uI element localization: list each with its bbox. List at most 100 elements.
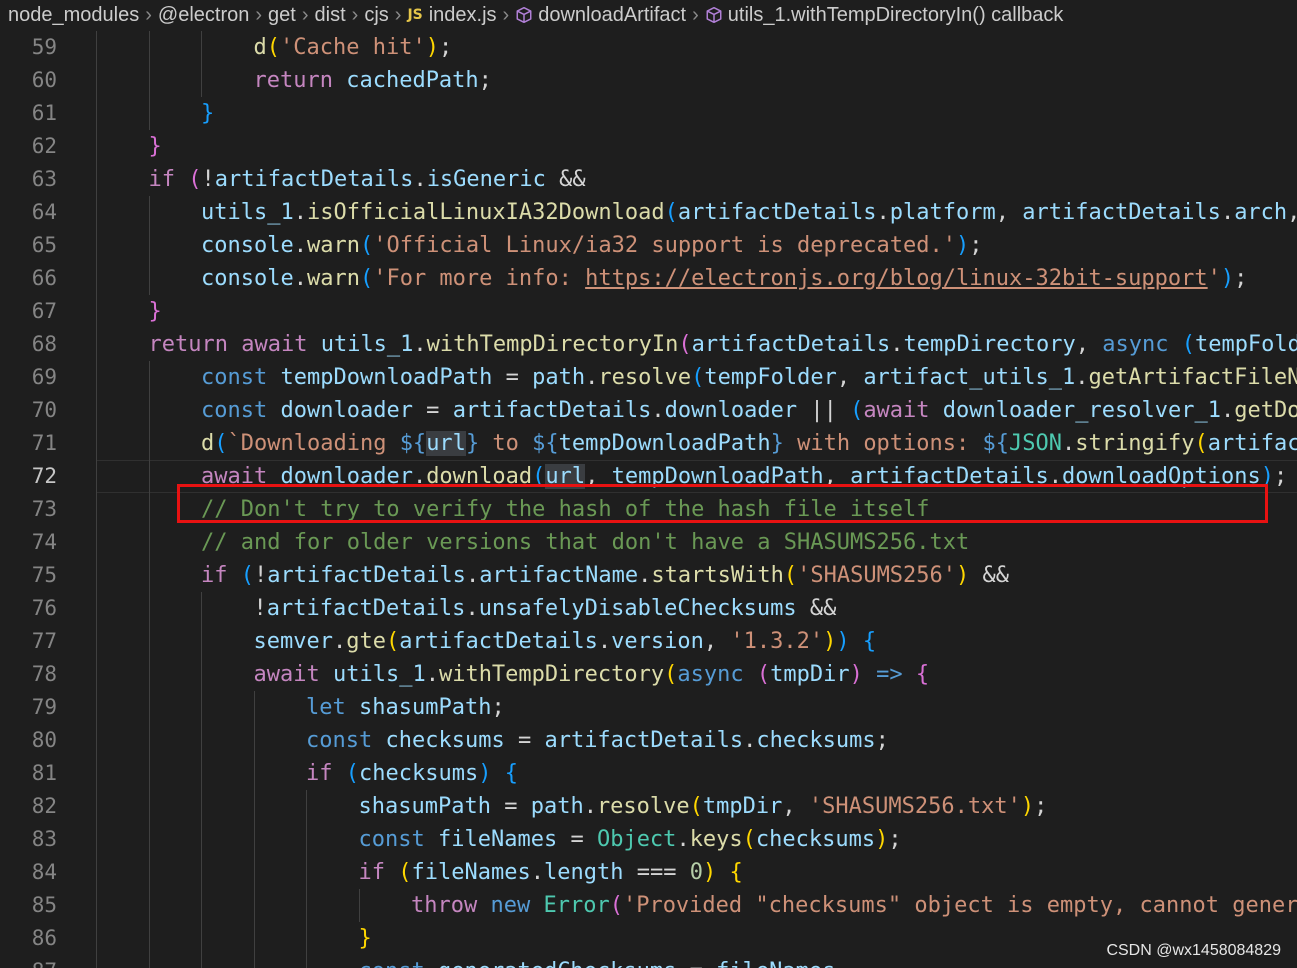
code-line[interactable]: 80 const checksums = artifactDetails.chec… [0, 724, 1297, 757]
code-token: 'SHASUMS256.txt' [808, 794, 1021, 819]
code-token: cachedPath [346, 68, 479, 93]
code-token: ; [1234, 266, 1248, 291]
code-line[interactable]: 65 console.warn('Official Linux/ia32 supp… [0, 229, 1297, 262]
indent-guide [96, 592, 97, 625]
code-line[interactable]: 63 if (!artifactDetails.isGeneric && [0, 163, 1297, 196]
code-text: if (!artifactDetails.artifactName.starts… [201, 559, 1009, 592]
code-line[interactable]: 76 !artifactDetails.unsafelyDisableChecks… [0, 592, 1297, 625]
code-line[interactable]: 87 const generatedChecksums = fileNames [0, 955, 1297, 968]
code-token: artifactDetails [267, 563, 466, 588]
indent-guide [201, 658, 202, 691]
indent-guide [201, 724, 202, 757]
code-line[interactable]: 75 if (!artifactDetails.artifactName.star… [0, 559, 1297, 592]
code-line[interactable]: 78 await utils_1.withTempDirectory(async … [0, 658, 1297, 691]
code-editor[interactable]: 59 d('Cache hit'); 60 return cachedPath; 61}… [0, 30, 1297, 968]
code-token: { [915, 662, 930, 687]
code-line[interactable]: 85 throw new Error('Provided "checksums" … [0, 889, 1297, 922]
code-line[interactable]: 68 return await utils_1.withTempDirectory… [0, 328, 1297, 361]
code-token: ( [691, 365, 705, 390]
code-line[interactable]: 69 const tempDownloadPath = path.resolve(… [0, 361, 1297, 394]
code-token: , [995, 200, 1023, 225]
breadcrumb-separator-icon: › [692, 3, 699, 26]
indent-guide [253, 691, 255, 724]
code-token: keys [689, 827, 743, 852]
code-token: , [1287, 200, 1297, 225]
code-token: utils_1 [201, 200, 294, 225]
code-line[interactable]: 77 semver.gte(artifactDetails.version, '1… [0, 625, 1297, 658]
breadcrumb-item[interactable]: utils_1.withTempDirectoryIn() callback [728, 4, 1064, 27]
code-token: . [413, 167, 427, 192]
code-line[interactable]: 59 d('Cache hit'); [0, 31, 1297, 64]
code-line[interactable]: 86} [0, 922, 1297, 955]
breadcrumb-separator-icon: › [394, 3, 402, 26]
code-token: ; [478, 68, 492, 93]
code-line[interactable]: 70 const downloader = artifactDetails.dow… [0, 394, 1297, 427]
code-token: ( [850, 398, 864, 423]
code-token: 'Official Linux/ia32 support is deprecat… [373, 233, 956, 258]
code-token: . [465, 563, 480, 588]
code-token: await [863, 398, 943, 423]
indent-guide [148, 823, 150, 856]
code-line[interactable]: 66 console.warn('For more info: https://e… [0, 262, 1297, 295]
indent-guide [148, 592, 150, 625]
code-token: resolve [598, 365, 692, 390]
indent-guide [201, 955, 202, 968]
breadcrumb-item[interactable]: get [268, 4, 296, 27]
code-token: ; [1034, 794, 1048, 819]
code-line[interactable]: 62} [0, 130, 1297, 163]
code-line[interactable]: 67} [0, 295, 1297, 328]
code-token: fileNames [437, 827, 558, 852]
code-token: const [359, 959, 438, 968]
indent-guide [201, 889, 202, 922]
code-line[interactable]: 60 return cachedPath; [0, 64, 1297, 97]
code-token: . [876, 200, 890, 225]
code-token: artifactDetails [214, 167, 414, 192]
indent-guide [306, 856, 307, 889]
code-token: const [201, 398, 281, 423]
code-token: new [490, 893, 544, 918]
code-line[interactable]: 84 if (fileNames.length === 0) { [0, 856, 1297, 889]
line-number: 76 [31, 596, 57, 620]
code-line[interactable]: 83 const fileNames = Object.keys(checksum… [0, 823, 1297, 856]
code-line[interactable]: 79 let shasumPath; [0, 691, 1297, 724]
code-token: ( [188, 167, 202, 192]
code-token: ${ [982, 431, 1010, 456]
breadcrumb-item[interactable]: index.js [429, 4, 497, 27]
code-token: { [729, 860, 743, 885]
code-token: . [676, 827, 690, 852]
code-token: gte [346, 629, 386, 654]
breadcrumb-separator-icon: › [145, 3, 152, 26]
code-text: const generatedChecksums = fileNames [359, 955, 836, 968]
breadcrumb-item[interactable]: dist [315, 4, 346, 27]
code-token: ( [1194, 431, 1208, 456]
breadcrumb-item[interactable]: cjs [364, 4, 388, 27]
breadcrumb-item[interactable]: @electron [158, 4, 249, 27]
code-token: artifactDetails [399, 629, 598, 654]
code-token: await [253, 662, 333, 687]
code-token: if [201, 563, 241, 588]
code-token: to [479, 431, 533, 456]
code-line[interactable]: 82 shasumPath = path.resolve(tmpDir, 'SHA… [0, 790, 1297, 823]
code-line[interactable]: 61} [0, 97, 1297, 130]
code-token: . [651, 398, 665, 423]
code-line[interactable]: 81 if (checksums) { [0, 757, 1297, 790]
breadcrumb-item[interactable]: downloadArtifact [538, 4, 686, 27]
indent-guide [201, 64, 202, 97]
code-token: tmpDir [702, 794, 783, 819]
code-token: } [465, 431, 480, 456]
code-line[interactable]: 64 utils_1.isOfficialLinuxIA32Download(ar… [0, 196, 1297, 229]
code-token: ; [438, 35, 453, 60]
indent-guide [96, 757, 97, 790]
breadcrumb-item[interactable]: node_modules [8, 4, 139, 27]
code-text: await utils_1.withTempDirectory(async (t… [254, 658, 930, 691]
code-token: ) [702, 860, 717, 885]
indent-guide [201, 856, 202, 889]
code-line[interactable]: 71 d(`Downloading ${url} to ${tempDownloa… [0, 427, 1297, 460]
indent-guide [358, 889, 360, 922]
code-text: console.warn('Official Linux/ia32 suppor… [201, 229, 983, 262]
code-token: ( [664, 200, 678, 225]
code-line[interactable]: 74 // and for older versions that don't h… [0, 526, 1297, 559]
code-token: warn [306, 266, 360, 291]
